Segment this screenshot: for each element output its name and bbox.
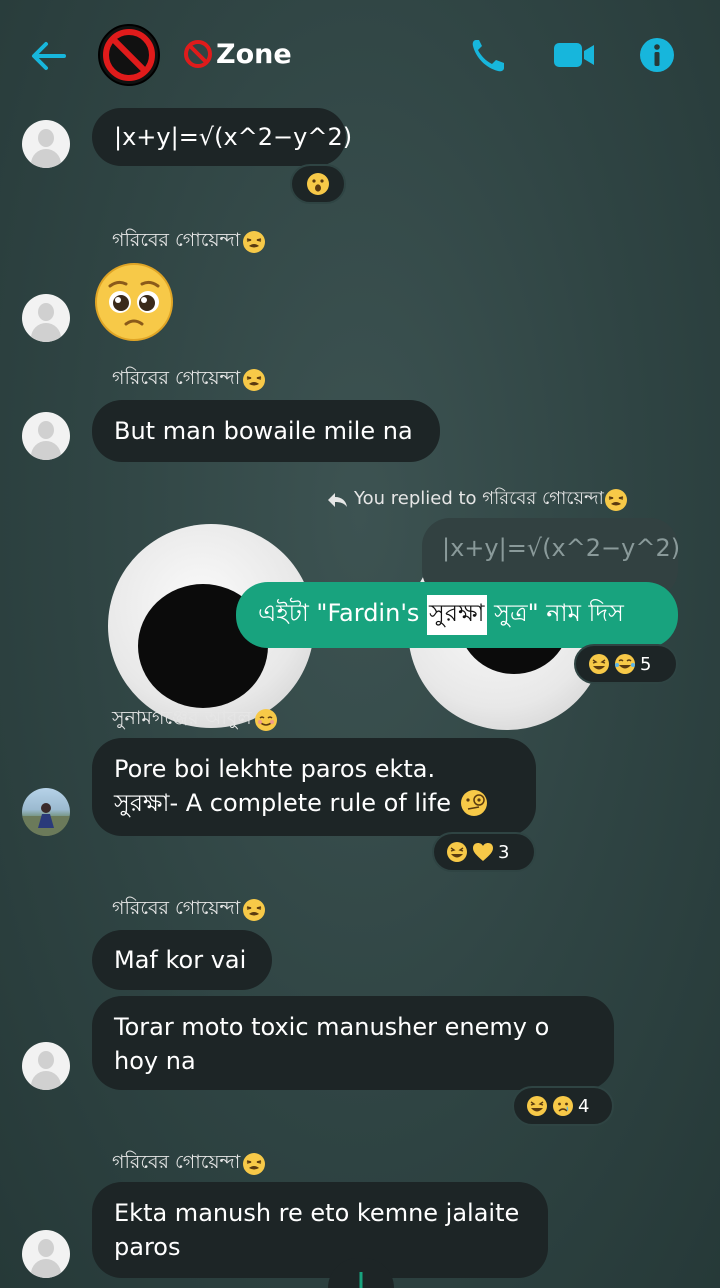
info-icon: [640, 38, 674, 72]
reaction-count: 5: [640, 653, 652, 675]
crying-face-icon: [553, 1096, 573, 1116]
message-bubble[interactable]: |x+y|=√(x^2−y^2): [92, 108, 352, 166]
message-text-before: এইটা "Fardin's: [258, 599, 428, 627]
prohibited-icon: [103, 29, 155, 81]
tired-face-icon: [604, 488, 627, 511]
message-line: hoy na: [114, 1047, 196, 1075]
tired-face-icon: [243, 369, 266, 391]
avatar[interactable]: [22, 1042, 70, 1090]
laughing-face-icon: [447, 842, 467, 862]
sender-name: গরিবের গোয়েন্দা: [112, 364, 266, 396]
message-bubble[interactable]: Pore boi lekhte paros ekta. সুরক্ষা- A c…: [92, 738, 536, 836]
chat-title[interactable]: Zone: [182, 38, 292, 70]
avatar[interactable]: [22, 294, 70, 342]
message-text: |x+y|=√(x^2−y^2): [114, 123, 353, 151]
message-bubble[interactable]: But man bowaile mile na: [92, 400, 440, 462]
message-text: Maf kor vai: [114, 946, 247, 974]
quoted-text: |x+y|=√(x^2−y^2): [442, 534, 681, 562]
sender-name: সুনামগঞ্জের আবুল: [112, 704, 278, 736]
call-button[interactable]: [468, 36, 508, 74]
reaction-badge[interactable]: 4: [512, 1086, 614, 1126]
arrow-left-icon: [32, 42, 66, 70]
reply-arrow-icon: [328, 492, 347, 507]
tired-face-icon: [243, 1153, 266, 1175]
message-bubble[interactable]: Maf kor vai: [92, 930, 272, 990]
sender-name-text: গরিবের গোয়েন্দা: [112, 897, 241, 919]
sender-name-text: গরিবের গোয়েন্দা: [112, 1151, 241, 1173]
message-bubble[interactable]: Torar moto toxic manusher enemy o hoy na: [92, 996, 614, 1090]
sender-name-text: গরিবের গোয়েন্দা: [112, 229, 241, 251]
laughing-face-icon: [589, 654, 609, 674]
smiling-face-icon: [254, 709, 277, 731]
chat-header: Zone: [0, 0, 720, 108]
face-with-monocle-icon: [460, 790, 487, 816]
tired-face-icon: [243, 231, 266, 253]
message-line: paros: [114, 1233, 181, 1261]
group-avatar[interactable]: [98, 24, 160, 86]
message-line-row: সুরক্ষা- A complete rule of life: [114, 786, 489, 820]
video-camera-icon: [554, 43, 594, 67]
my-message-bubble[interactable]: এইটা "Fardin's সুরক্ষা সুত্র" নাম দিস: [236, 582, 678, 648]
sender-name: গরিবের গোয়েন্দা: [112, 1148, 266, 1180]
reaction-count: 4: [578, 1095, 590, 1117]
sender-name-text: সুনামগঞ্জের আবুল: [112, 707, 252, 729]
sender-name: গরিবের গোয়েন্দা: [112, 226, 266, 258]
video-call-button[interactable]: [552, 36, 594, 74]
message-bubble[interactable]: Ekta manush re eto kemne jalaite paros: [92, 1182, 548, 1278]
message-line: Ekta manush re eto kemne jalaite: [114, 1199, 520, 1227]
reaction-count: 3: [498, 841, 510, 863]
sender-name-text: গরিবের গোয়েন্দা: [112, 367, 241, 389]
tired-face-icon: [243, 899, 266, 921]
prohibited-icon: [184, 40, 212, 68]
phone-icon: [472, 40, 504, 72]
person-photo: [22, 803, 70, 836]
reply-indicator-text: You replied to গরিবের গোয়েন্দা: [354, 488, 604, 509]
message-text-after: সুত্র" নাম দিস: [486, 599, 624, 627]
highlighted-word: সুরক্ষা: [427, 595, 487, 635]
tears-of-joy-icon: [615, 654, 635, 674]
message-line: Torar moto toxic manusher enemy o: [114, 1013, 550, 1041]
back-button[interactable]: [28, 36, 70, 76]
avatar[interactable]: [22, 1230, 70, 1278]
yellow-heart-icon: [473, 843, 493, 861]
reaction-badge[interactable]: [290, 164, 346, 204]
chat-title-text: Zone: [216, 38, 292, 70]
avatar[interactable]: [22, 412, 70, 460]
message-line: সুরক্ষা- A complete rule of life: [114, 789, 451, 817]
reaction-badge[interactable]: 5: [574, 644, 678, 684]
message-line: Pore boi lekhte paros ekta.: [114, 755, 436, 783]
surprised-face-icon: [307, 173, 329, 195]
reply-indicator: You replied to গরিবের গোয়েন্দা: [326, 484, 628, 515]
info-button[interactable]: [638, 36, 678, 74]
reaction-badge[interactable]: 3: [432, 832, 536, 872]
avatar[interactable]: [22, 120, 70, 168]
message-text: But man bowaile mile na: [114, 417, 413, 445]
pleading-face-emoji[interactable]: [94, 262, 174, 342]
laughing-face-icon: [527, 1096, 547, 1116]
sender-name: গরিবের গোয়েন্দা: [112, 894, 266, 926]
avatar-photo[interactable]: [22, 788, 70, 836]
